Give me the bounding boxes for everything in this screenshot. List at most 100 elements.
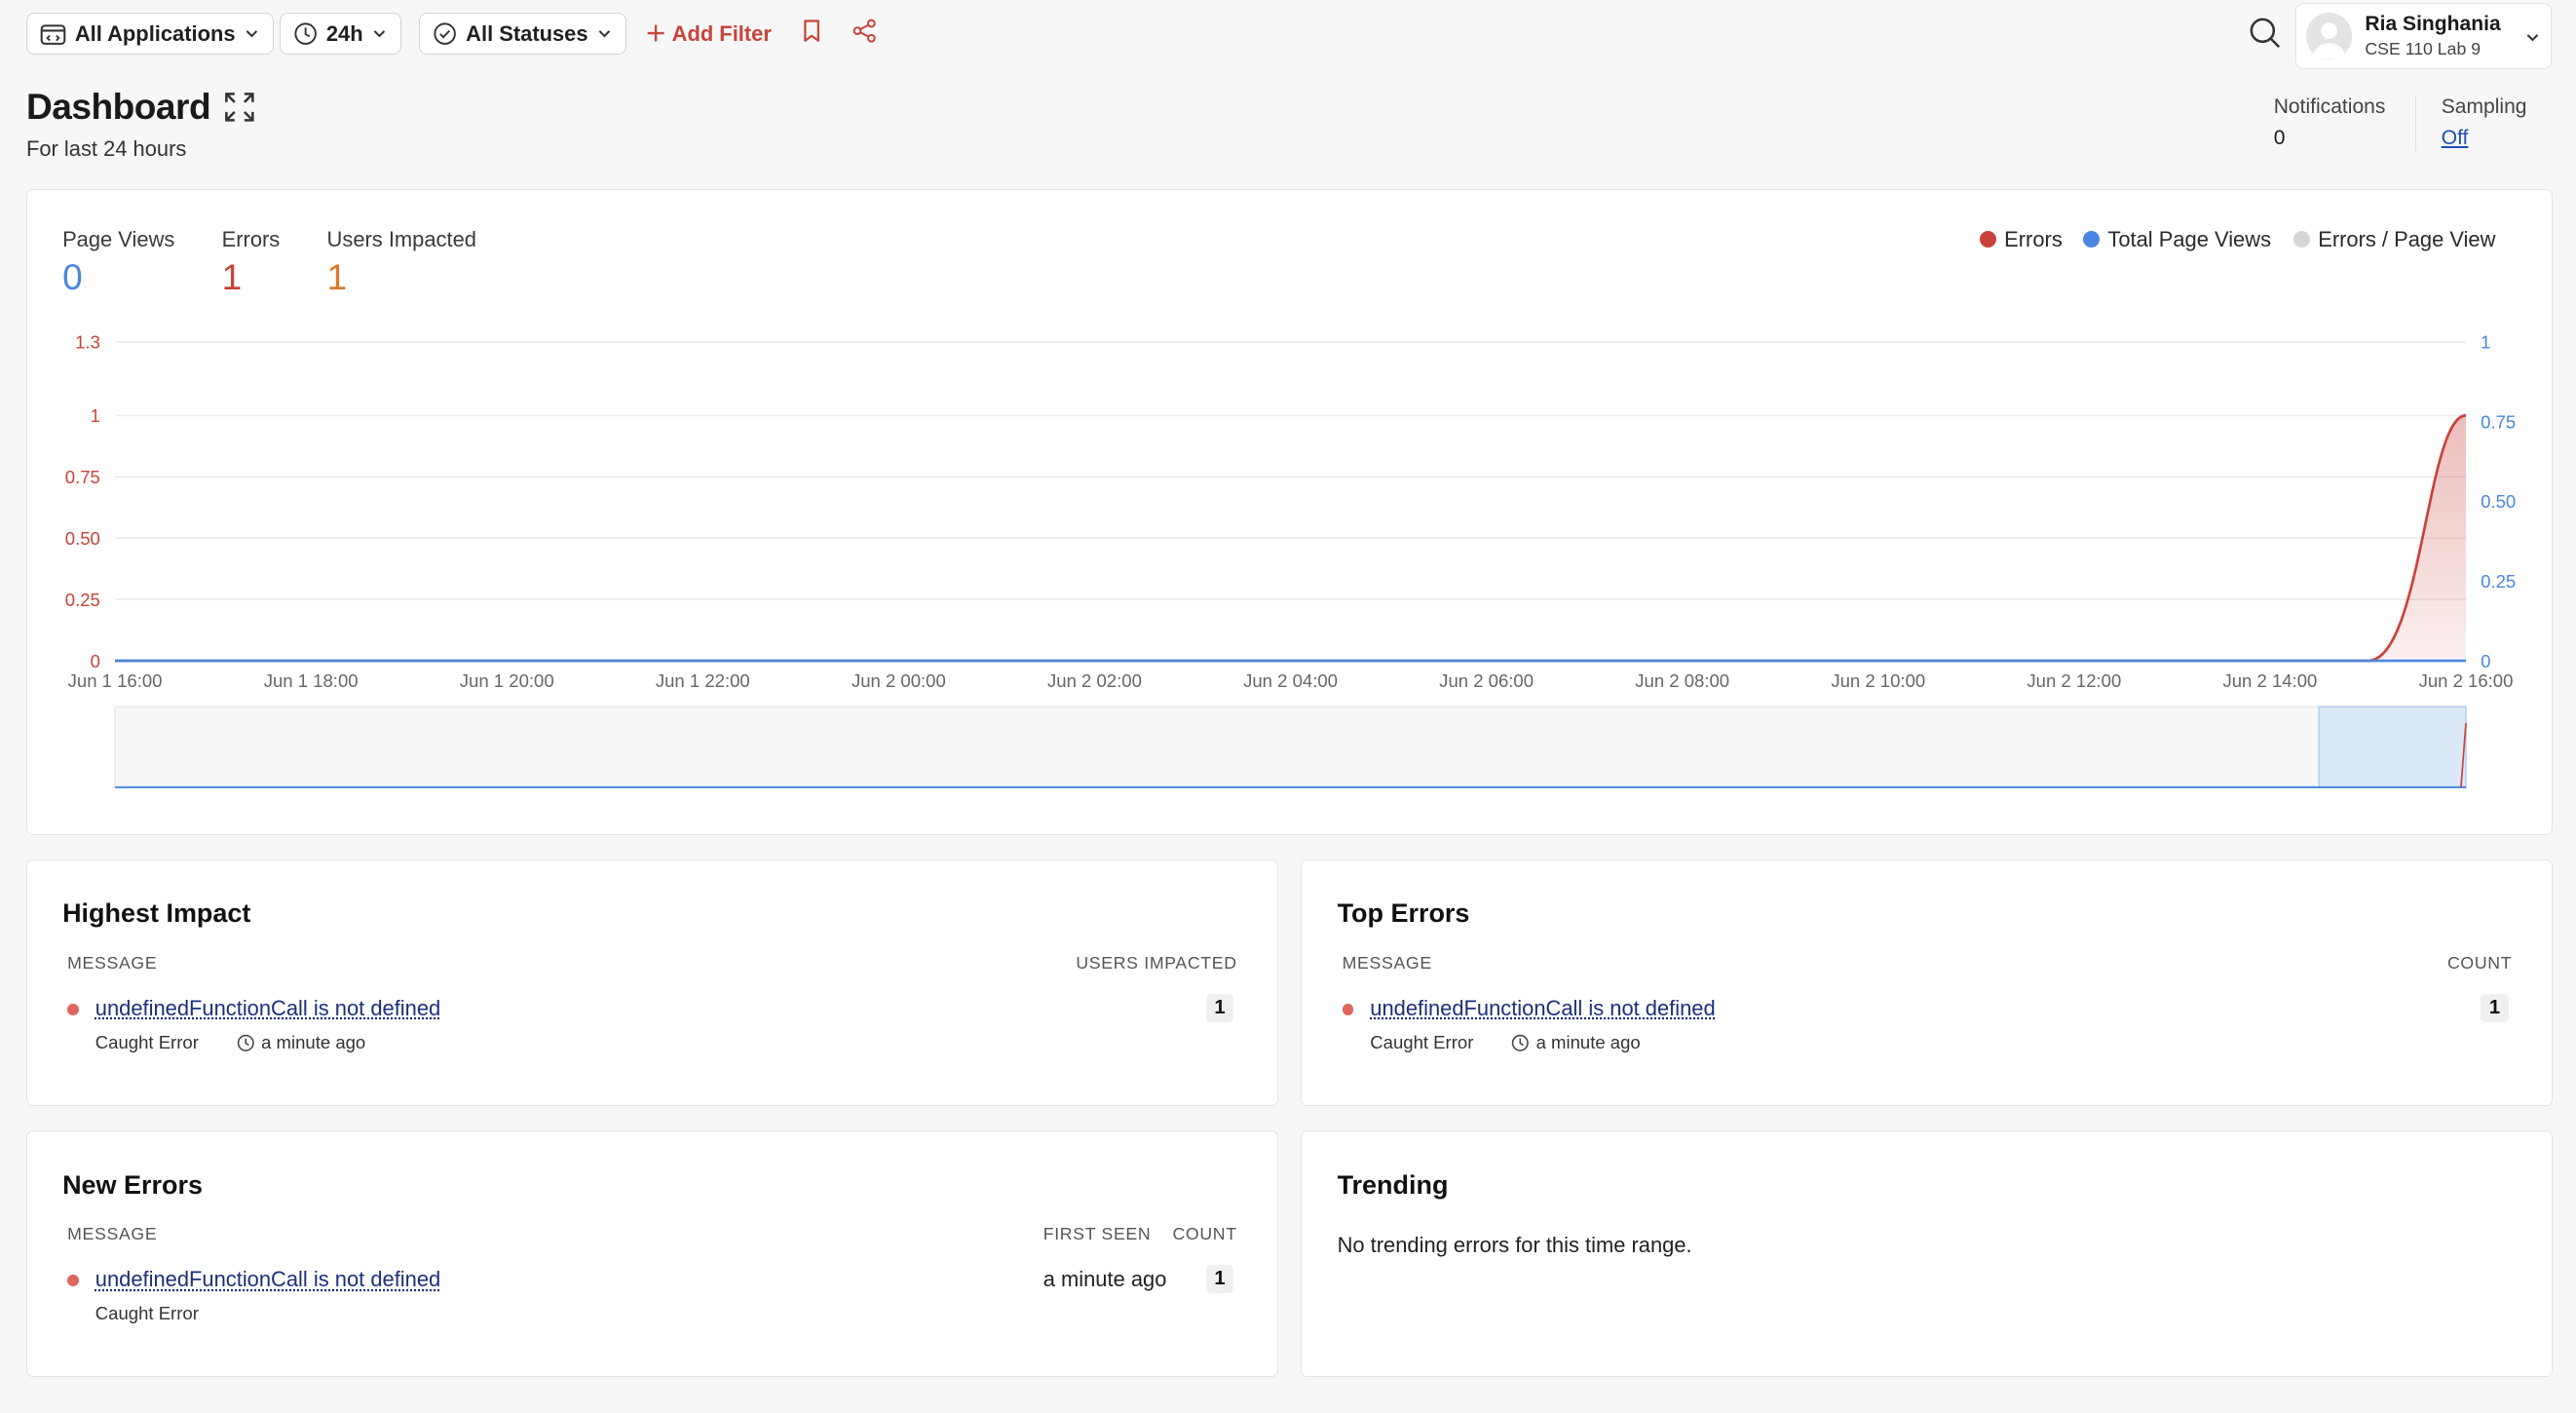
chevron-down-icon (598, 30, 611, 38)
error-type: Caught Error (95, 1303, 199, 1324)
time-range-label: 24h (325, 20, 363, 46)
top-errors-col-message: MESSAGE (1342, 952, 1432, 973)
error-message-link[interactable]: undefinedFunctionCall is not defined (1370, 996, 1715, 1021)
page-title: Dashboard (25, 85, 211, 127)
x-axis-tick-label: Jun 2 12:00 (2027, 670, 2121, 691)
avatar (2305, 13, 2352, 59)
applications-label: All Applications (74, 20, 236, 46)
error-type: Caught Error (95, 1031, 199, 1052)
error-dot (67, 1004, 79, 1016)
top-errors-col-count: COUNT (2446, 952, 2513, 973)
metric-page-views-value: 0 (62, 256, 83, 298)
new-errors-title: New Errors (62, 1169, 203, 1200)
metric-errors-label: Errors (221, 226, 281, 251)
left-axis-tick-label: 0.75 (65, 467, 100, 487)
left-axis-tick-label: 1 (91, 405, 100, 426)
header-divider (2414, 95, 2417, 152)
x-axis-tick-label: Jun 2 08:00 (1635, 670, 1729, 691)
x-axis-tick-label: Jun 2 16:00 (2419, 670, 2514, 691)
time-range-filter[interactable]: 24h (279, 13, 402, 55)
chevron-down-icon (246, 30, 258, 38)
error-message-link[interactable]: undefinedFunctionCall is not defined (95, 996, 440, 1021)
trending-empty-message: No trending errors for this time range. (1337, 1232, 1692, 1257)
new-errors-col-message: MESSAGE (67, 1224, 158, 1244)
errors-chart[interactable]: 0 0.25 0.50 0.75 1 1.3 0 0.25 0.50 0.75 1 Jun 1 16:… (26, 321, 2553, 814)
x-axis-tick-label: Jun 2 10:00 (1831, 670, 1925, 691)
add-filter-label: Add Filter (671, 20, 772, 46)
legend-errors[interactable]: Errors (1979, 226, 2063, 252)
error-time: a minute ago (1511, 1031, 1641, 1053)
user-menu[interactable]: Ria Singhania CSE 110 Lab 9 (2294, 3, 2552, 69)
trending-title: Trending (1337, 1169, 1449, 1200)
user-name: Ria Singhania (2365, 12, 2501, 35)
chevron-down-icon (2526, 33, 2538, 42)
error-time-label: a minute ago (261, 1031, 366, 1052)
x-axis-tick-label: Jun 1 18:00 (264, 670, 359, 691)
x-axis-tick-label: Jun 1 22:00 (656, 670, 750, 691)
legend-page-views-label: Total Page Views (2107, 226, 2272, 251)
bookmark-icon[interactable] (802, 19, 821, 43)
left-axis-tick-label: 0 (91, 651, 100, 671)
x-axis-tick-label: Jun 2 00:00 (852, 670, 946, 691)
user-project: CSE 110 Lab 9 (2365, 38, 2481, 58)
legend-errors-dot (1979, 231, 1996, 248)
highest-impact-title: Highest Impact (62, 898, 251, 929)
legend-ratio-label: Errors / Page View (2318, 226, 2496, 251)
right-axis-tick-label: 0 (2481, 651, 2490, 671)
search-icon[interactable] (2249, 17, 2282, 50)
notifications-value: 0 (2273, 126, 2286, 149)
legend-errors-per-page-view[interactable]: Errors / Page View (2292, 226, 2496, 252)
status-filter[interactable]: All Statuses (418, 13, 627, 55)
right-axis-tick-label: 0.25 (2481, 571, 2516, 592)
x-axis-tick-label: Jun 1 20:00 (460, 670, 554, 691)
range-selector-window[interactable] (2318, 706, 2467, 788)
metric-page-views-label: Page Views (62, 226, 175, 251)
top-errors-panel (1301, 859, 2554, 1106)
chevron-down-icon (373, 30, 386, 38)
right-axis-tick-label: 0.50 (2481, 491, 2516, 512)
left-axis-tick-label: 1.3 (75, 331, 100, 352)
applications-filter[interactable]: All Applications (25, 13, 275, 55)
applications-icon (41, 24, 66, 45)
error-type: Caught Error (1370, 1031, 1474, 1052)
top-errors-title: Top Errors (1337, 898, 1470, 929)
first-seen-value: a minute ago (1042, 1267, 1167, 1292)
legend-errors-label: Errors (2004, 226, 2063, 251)
add-filter-button[interactable]: Add Filter (646, 13, 772, 54)
x-axis-tick-label: Jun 2 06:00 (1439, 670, 1534, 691)
users-impacted-count: 1 (1205, 994, 1234, 1022)
right-axis-tick-label: 0.75 (2481, 411, 2516, 432)
error-time: a minute ago (237, 1032, 365, 1053)
x-axis-tick-label: Jun 2 02:00 (1047, 670, 1142, 691)
x-axis-tick-label: Jun 2 04:00 (1243, 670, 1338, 691)
page-subtitle: For last 24 hours (25, 135, 187, 161)
legend-total-page-views[interactable]: Total Page Views (2083, 227, 2271, 252)
clock-icon (294, 22, 317, 45)
left-axis-tick-label: 0.25 (65, 590, 100, 610)
expand-icon[interactable] (223, 91, 256, 124)
x-axis-tick-label: Jun 2 14:00 (2222, 670, 2317, 691)
metric-users-impacted-label: Users Impacted (326, 226, 476, 251)
clock-icon (237, 1034, 254, 1051)
highest-impact-panel (25, 859, 1278, 1106)
new-errors-panel (25, 1130, 1278, 1378)
highest-impact-col-users: USERS IMPACTED (1076, 952, 1237, 973)
highest-impact-col-message: MESSAGE (67, 952, 158, 973)
metric-users-impacted-value: 1 (326, 256, 348, 298)
plus-icon (647, 25, 664, 42)
sampling-toggle[interactable]: Off (2442, 127, 2469, 150)
error-time-label: a minute ago (1535, 1031, 1641, 1052)
error-count: 1 (2481, 994, 2509, 1022)
user-avatar-icon (2312, 22, 2346, 59)
x-axis-tick-label: Jun 1 16:00 (68, 670, 163, 691)
error-message-link[interactable]: undefinedFunctionCall is not defined (95, 1267, 440, 1292)
notifications-label: Notifications (2273, 95, 2386, 118)
right-axis-tick-label: 1 (2481, 331, 2490, 352)
new-errors-col-first-seen: FIRST SEEN (1042, 1224, 1152, 1244)
legend-page-views-dot (2083, 231, 2100, 248)
error-count: 1 (1205, 1265, 1234, 1294)
status-label: All Statuses (466, 20, 588, 46)
check-circle-icon (434, 22, 457, 45)
share-icon[interactable] (852, 19, 877, 43)
legend-ratio-dot (2292, 231, 2310, 248)
